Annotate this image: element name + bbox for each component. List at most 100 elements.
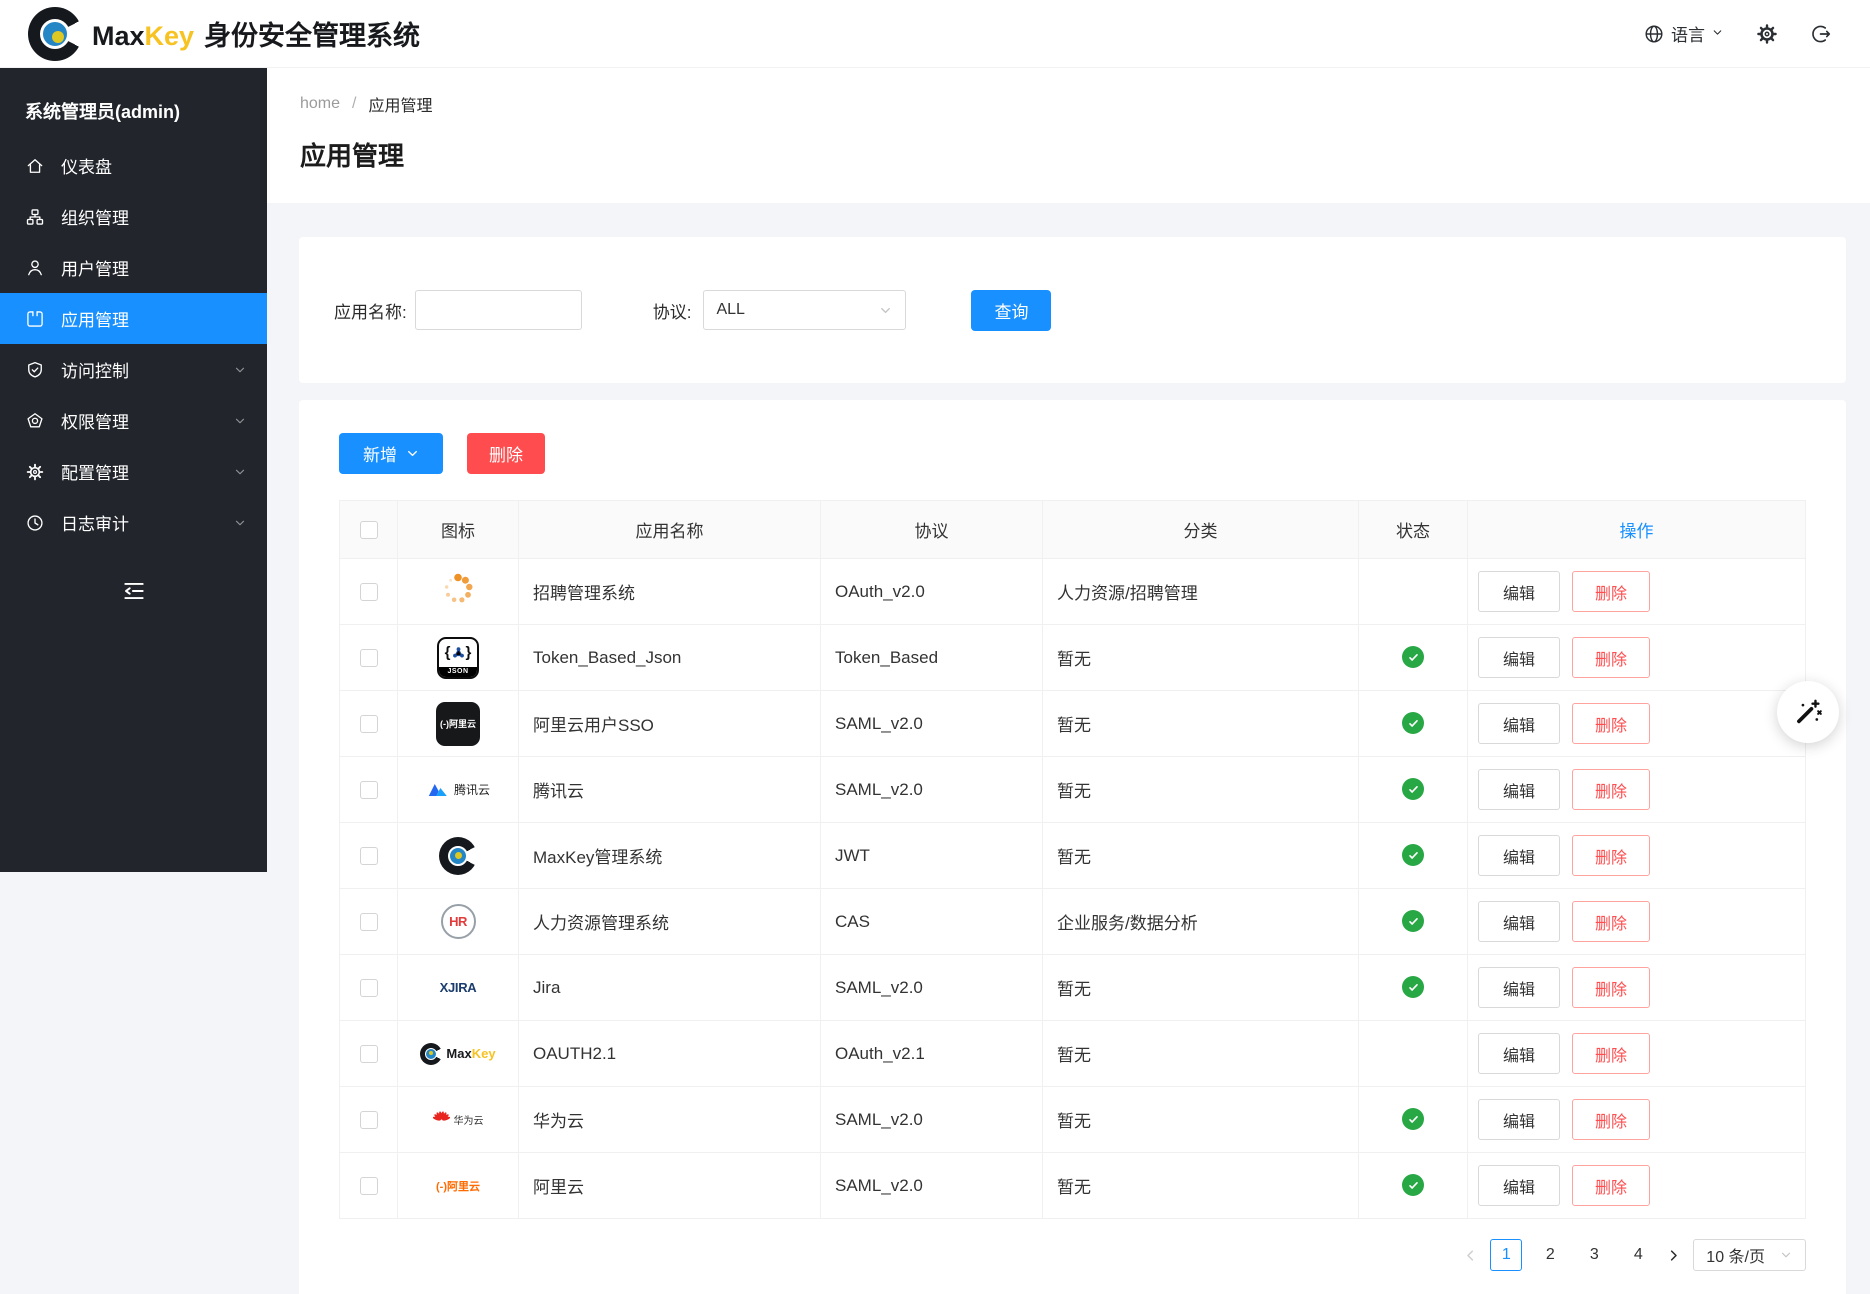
delete-button[interactable]: 删除 [1572,769,1650,810]
app-name: 人力资源管理系统 [533,914,669,933]
chevron-down-icon [233,516,247,530]
edit-button[interactable]: 编辑 [1478,1033,1560,1074]
row-checkbox[interactable] [360,1045,378,1063]
row-checkbox[interactable] [360,913,378,931]
app-icon-recruit [412,570,504,613]
language-menu[interactable]: 语言 [1643,21,1724,46]
search-button[interactable]: 查询 [971,290,1051,331]
row-checkbox[interactable] [360,847,378,865]
sidebar-item-label: 配置管理 [61,459,129,484]
chevron-down-icon [1779,1248,1793,1262]
app-name-input[interactable] [415,290,582,330]
edit-button[interactable]: 编辑 [1478,1165,1560,1206]
page-size-select[interactable]: 10 条/页 [1693,1239,1806,1271]
next-page-button[interactable] [1666,1248,1681,1263]
breadcrumb-home[interactable]: home [300,95,340,113]
page-button-2[interactable]: 2 [1534,1239,1566,1271]
app-icon-maxkey [412,837,504,875]
sidebar-item-access[interactable]: 访问控制 [0,344,267,395]
edit-button[interactable]: 编辑 [1478,637,1560,678]
delete-button[interactable]: 删除 [1572,1099,1650,1140]
logout-icon[interactable] [1810,23,1832,45]
magic-wand-button[interactable] [1777,681,1839,743]
app-category: 暂无 [1057,1046,1091,1065]
edit-button[interactable]: 编辑 [1478,835,1560,876]
sidebar-item-organization[interactable]: 组织管理 [0,191,267,242]
status-active-icon [1402,844,1424,866]
app-icon-aliyun: (-)阿里云 [412,1178,504,1194]
delete-button[interactable]: 删除 [1572,1033,1650,1074]
edit-button[interactable]: 编辑 [1478,703,1560,744]
row-checkbox[interactable] [360,583,378,601]
medal-icon [25,411,47,431]
edit-button[interactable]: 编辑 [1478,967,1560,1008]
app-name: 阿里云 [533,1178,584,1197]
app-protocol: OAuth_v2.1 [835,1044,925,1063]
app-name: OAUTH2.1 [533,1044,616,1063]
col-header-status: 状态 [1359,501,1468,559]
row-checkbox[interactable] [360,979,378,997]
delete-button[interactable]: 删除 [1572,703,1650,744]
edit-button[interactable]: 编辑 [1478,1099,1560,1140]
app-protocol: SAML_v2.0 [835,978,923,997]
sidebar-item-applications[interactable]: 应用管理 [0,293,267,344]
prev-page-button[interactable] [1463,1248,1478,1263]
delete-button[interactable]: 删除 [1572,901,1650,942]
sidebar-item-config[interactable]: 配置管理 [0,446,267,497]
breadcrumb-current: 应用管理 [368,92,432,116]
delete-button[interactable]: 删除 [1572,637,1650,678]
add-button[interactable]: 新增 [339,433,443,474]
bulk-delete-button[interactable]: 删除 [467,433,545,474]
sidebar-item-label: 组织管理 [61,204,129,229]
app-protocol: OAuth_v2.0 [835,582,925,601]
app-name: Jira [533,978,560,997]
row-checkbox[interactable] [360,1111,378,1129]
row-checkbox[interactable] [360,1177,378,1195]
main-layout: 系统管理员(admin) 仪表盘组织管理用户管理应用管理访问控制权限管理配置管理… [0,68,1870,1294]
col-header-actions: 操作 [1468,501,1806,559]
app-name: Token_Based_Json [533,648,681,667]
sidebar-item-permissions[interactable]: 权限管理 [0,395,267,446]
edit-button[interactable]: 编辑 [1478,769,1560,810]
navbar-actions: 语言 [1643,21,1832,46]
chevron-down-icon [878,303,893,318]
sidebar-item-dashboard[interactable]: 仪表盘 [0,140,267,191]
brand: MaxKey身份安全管理系统 [28,7,420,61]
app-name: 阿里云用户SSO [533,716,654,735]
edit-button[interactable]: 编辑 [1478,571,1560,612]
page-button-3[interactable]: 3 [1578,1239,1610,1271]
app-category: 暂无 [1057,1178,1091,1197]
delete-button[interactable]: 删除 [1572,835,1650,876]
gear-icon [25,462,47,482]
chevron-down-icon [233,465,247,479]
app-icon-hr: HR [412,904,504,939]
row-checkbox[interactable] [360,715,378,733]
protocol-select[interactable]: ALL [703,290,906,330]
table-row: 腾讯云腾讯云SAML_v2.0暂无编辑删除 [340,757,1806,823]
table-toolbar: 新增 删除 [339,433,1806,474]
app-icon-json: {}JSON [412,637,504,679]
page-button-4[interactable]: 4 [1622,1239,1654,1271]
edit-button[interactable]: 编辑 [1478,901,1560,942]
user-icon [25,258,47,278]
settings-icon[interactable] [1756,23,1778,45]
app-name: MaxKey管理系统 [533,848,662,867]
status-active-icon [1402,976,1424,998]
delete-button[interactable]: 删除 [1572,571,1650,612]
table-header-row: 图标 应用名称 协议 分类 状态 操作 [340,501,1806,559]
sidebar-item-users[interactable]: 用户管理 [0,242,267,293]
menu-fold-icon[interactable] [121,578,147,604]
sidebar-item-label: 权限管理 [61,408,129,433]
status-active-icon [1402,712,1424,734]
app-category: 暂无 [1057,716,1091,735]
sidebar-item-audit[interactable]: 日志审计 [0,497,267,548]
delete-button[interactable]: 删除 [1572,967,1650,1008]
current-user-label: 系统管理员(admin) [0,68,267,140]
select-all-checkbox[interactable] [360,521,378,539]
page-button-1[interactable]: 1 [1490,1239,1522,1271]
delete-button[interactable]: 删除 [1572,1165,1650,1206]
page-list: 1234 [1490,1239,1654,1271]
row-checkbox[interactable] [360,781,378,799]
table-row: 招聘管理系统OAuth_v2.0人力资源/招聘管理编辑删除 [340,559,1806,625]
row-checkbox[interactable] [360,649,378,667]
